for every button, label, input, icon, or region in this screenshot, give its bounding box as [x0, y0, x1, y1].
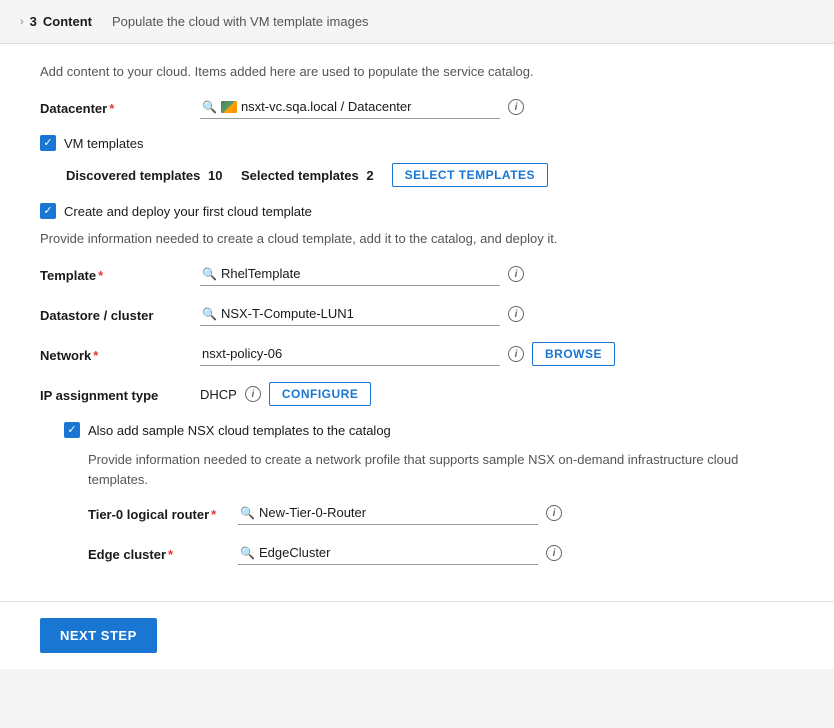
required-indicator2: * — [98, 268, 103, 283]
ip-assignment-value: DHCP i CONFIGURE — [200, 382, 794, 406]
datacenter-row: Datacenter* 🔍 nsxt-vc.sqa.local / Datace… — [40, 95, 794, 119]
edge-cluster-info-icon[interactable]: i — [546, 545, 562, 561]
template-input[interactable]: 🔍 RhelTemplate — [200, 262, 500, 286]
create-deploy-description: Provide information needed to create a c… — [40, 231, 794, 246]
checkmark-icon: ✓ — [43, 138, 52, 149]
required-indicator5: * — [168, 547, 173, 562]
checkmark-icon2: ✓ — [43, 206, 52, 217]
required-indicator4: * — [211, 507, 216, 522]
required-indicator: * — [109, 101, 114, 116]
step-description: Populate the cloud with VM template imag… — [112, 14, 369, 29]
datastore-info-icon[interactable]: i — [508, 306, 524, 322]
edge-cluster-value: 🔍 EdgeCluster i — [238, 541, 794, 565]
vm-templates-checkbox[interactable]: ✓ — [40, 135, 56, 151]
datastore-input[interactable]: 🔍 NSX-T-Compute-LUN1 — [200, 302, 500, 326]
network-input[interactable]: nsxt-policy-06 — [200, 342, 500, 366]
datacenter-label: Datacenter* — [40, 95, 200, 116]
datacenter-value: 🔍 nsxt-vc.sqa.local / Datacenter i — [200, 95, 794, 119]
edge-cluster-row: Edge cluster* 🔍 EdgeCluster i — [88, 541, 794, 565]
header-bar: › 3 Content Populate the cloud with VM t… — [0, 0, 834, 44]
step-title: Content — [43, 14, 92, 29]
datastore-value: 🔍 NSX-T-Compute-LUN1 i — [200, 302, 794, 326]
checkmark-icon3: ✓ — [67, 425, 76, 436]
tier0-row: Tier-0 logical router* 🔍 New-Tier-0-Rout… — [88, 501, 794, 525]
configure-button[interactable]: CONFIGURE — [269, 382, 372, 406]
nsx-description: Provide information needed to create a n… — [88, 450, 794, 489]
ip-assignment-label: IP assignment type — [40, 382, 200, 403]
nsx-checkbox[interactable]: ✓ — [64, 422, 80, 438]
network-value: nsxt-policy-06 i BROWSE — [200, 342, 794, 366]
search-icon4: 🔍 — [240, 506, 255, 520]
network-row: Network* nsxt-policy-06 i BROWSE — [40, 342, 794, 366]
tier0-text: New-Tier-0-Router — [259, 505, 366, 520]
create-deploy-checkbox[interactable]: ✓ — [40, 203, 56, 219]
template-label: Template* — [40, 262, 200, 283]
network-label: Network* — [40, 342, 200, 363]
datacenter-icon — [221, 101, 237, 113]
vm-templates-label: VM templates — [64, 136, 143, 151]
datastore-text: NSX-T-Compute-LUN1 — [221, 306, 354, 321]
search-icon2: 🔍 — [202, 267, 217, 281]
template-row: Template* 🔍 RhelTemplate i — [40, 262, 794, 286]
datastore-row: Datastore / cluster 🔍 NSX-T-Compute-LUN1… — [40, 302, 794, 326]
create-deploy-label: Create and deploy your first cloud templ… — [64, 204, 312, 219]
discovered-templates-info: Discovered templates 10 Selected templat… — [64, 168, 376, 183]
nsx-checkbox-row: ✓ Also add sample NSX cloud templates to… — [64, 422, 794, 438]
edge-cluster-label: Edge cluster* — [88, 541, 238, 562]
edge-cluster-text: EdgeCluster — [259, 545, 331, 560]
vm-templates-checkbox-row: ✓ VM templates — [40, 135, 794, 151]
main-content: Add content to your cloud. Items added h… — [0, 44, 834, 593]
next-step-button[interactable]: NEXT STEP — [40, 618, 157, 653]
tier0-value: 🔍 New-Tier-0-Router i — [238, 501, 794, 525]
datacenter-input[interactable]: 🔍 nsxt-vc.sqa.local / Datacenter — [200, 95, 500, 119]
required-indicator3: * — [93, 348, 98, 363]
browse-button[interactable]: BROWSE — [532, 342, 615, 366]
search-icon: 🔍 — [202, 100, 217, 114]
footer-bar: NEXT STEP — [0, 601, 834, 669]
template-text: RhelTemplate — [221, 266, 301, 281]
tier0-label: Tier-0 logical router* — [88, 501, 238, 522]
tier0-info-icon[interactable]: i — [546, 505, 562, 521]
tier0-input[interactable]: 🔍 New-Tier-0-Router — [238, 501, 538, 525]
ip-assignment-text: DHCP — [200, 387, 237, 402]
edge-cluster-input[interactable]: 🔍 EdgeCluster — [238, 541, 538, 565]
template-value: 🔍 RhelTemplate i — [200, 262, 794, 286]
datastore-label: Datastore / cluster — [40, 302, 200, 323]
step-number-label: 3 — [30, 14, 37, 29]
chevron-icon: › — [20, 16, 24, 28]
network-text: nsxt-policy-06 — [202, 346, 282, 361]
nsx-checkbox-label: Also add sample NSX cloud templates to t… — [88, 423, 391, 438]
ip-assignment-row: IP assignment type DHCP i CONFIGURE — [40, 382, 794, 406]
datacenter-text: nsxt-vc.sqa.local / Datacenter — [241, 99, 412, 114]
search-icon5: 🔍 — [240, 546, 255, 560]
search-icon3: 🔍 — [202, 307, 217, 321]
datacenter-info-icon[interactable]: i — [508, 99, 524, 115]
select-templates-button[interactable]: SELECT TEMPLATES — [392, 163, 548, 187]
templates-stats-row: Discovered templates 10 Selected templat… — [64, 163, 794, 187]
step-indicator: › 3 Content — [20, 14, 92, 29]
create-deploy-checkbox-row: ✓ Create and deploy your first cloud tem… — [40, 203, 794, 219]
ip-assignment-info-icon[interactable]: i — [245, 386, 261, 402]
template-info-icon[interactable]: i — [508, 266, 524, 282]
section-description: Add content to your cloud. Items added h… — [40, 64, 794, 79]
network-info-icon[interactable]: i — [508, 346, 524, 362]
